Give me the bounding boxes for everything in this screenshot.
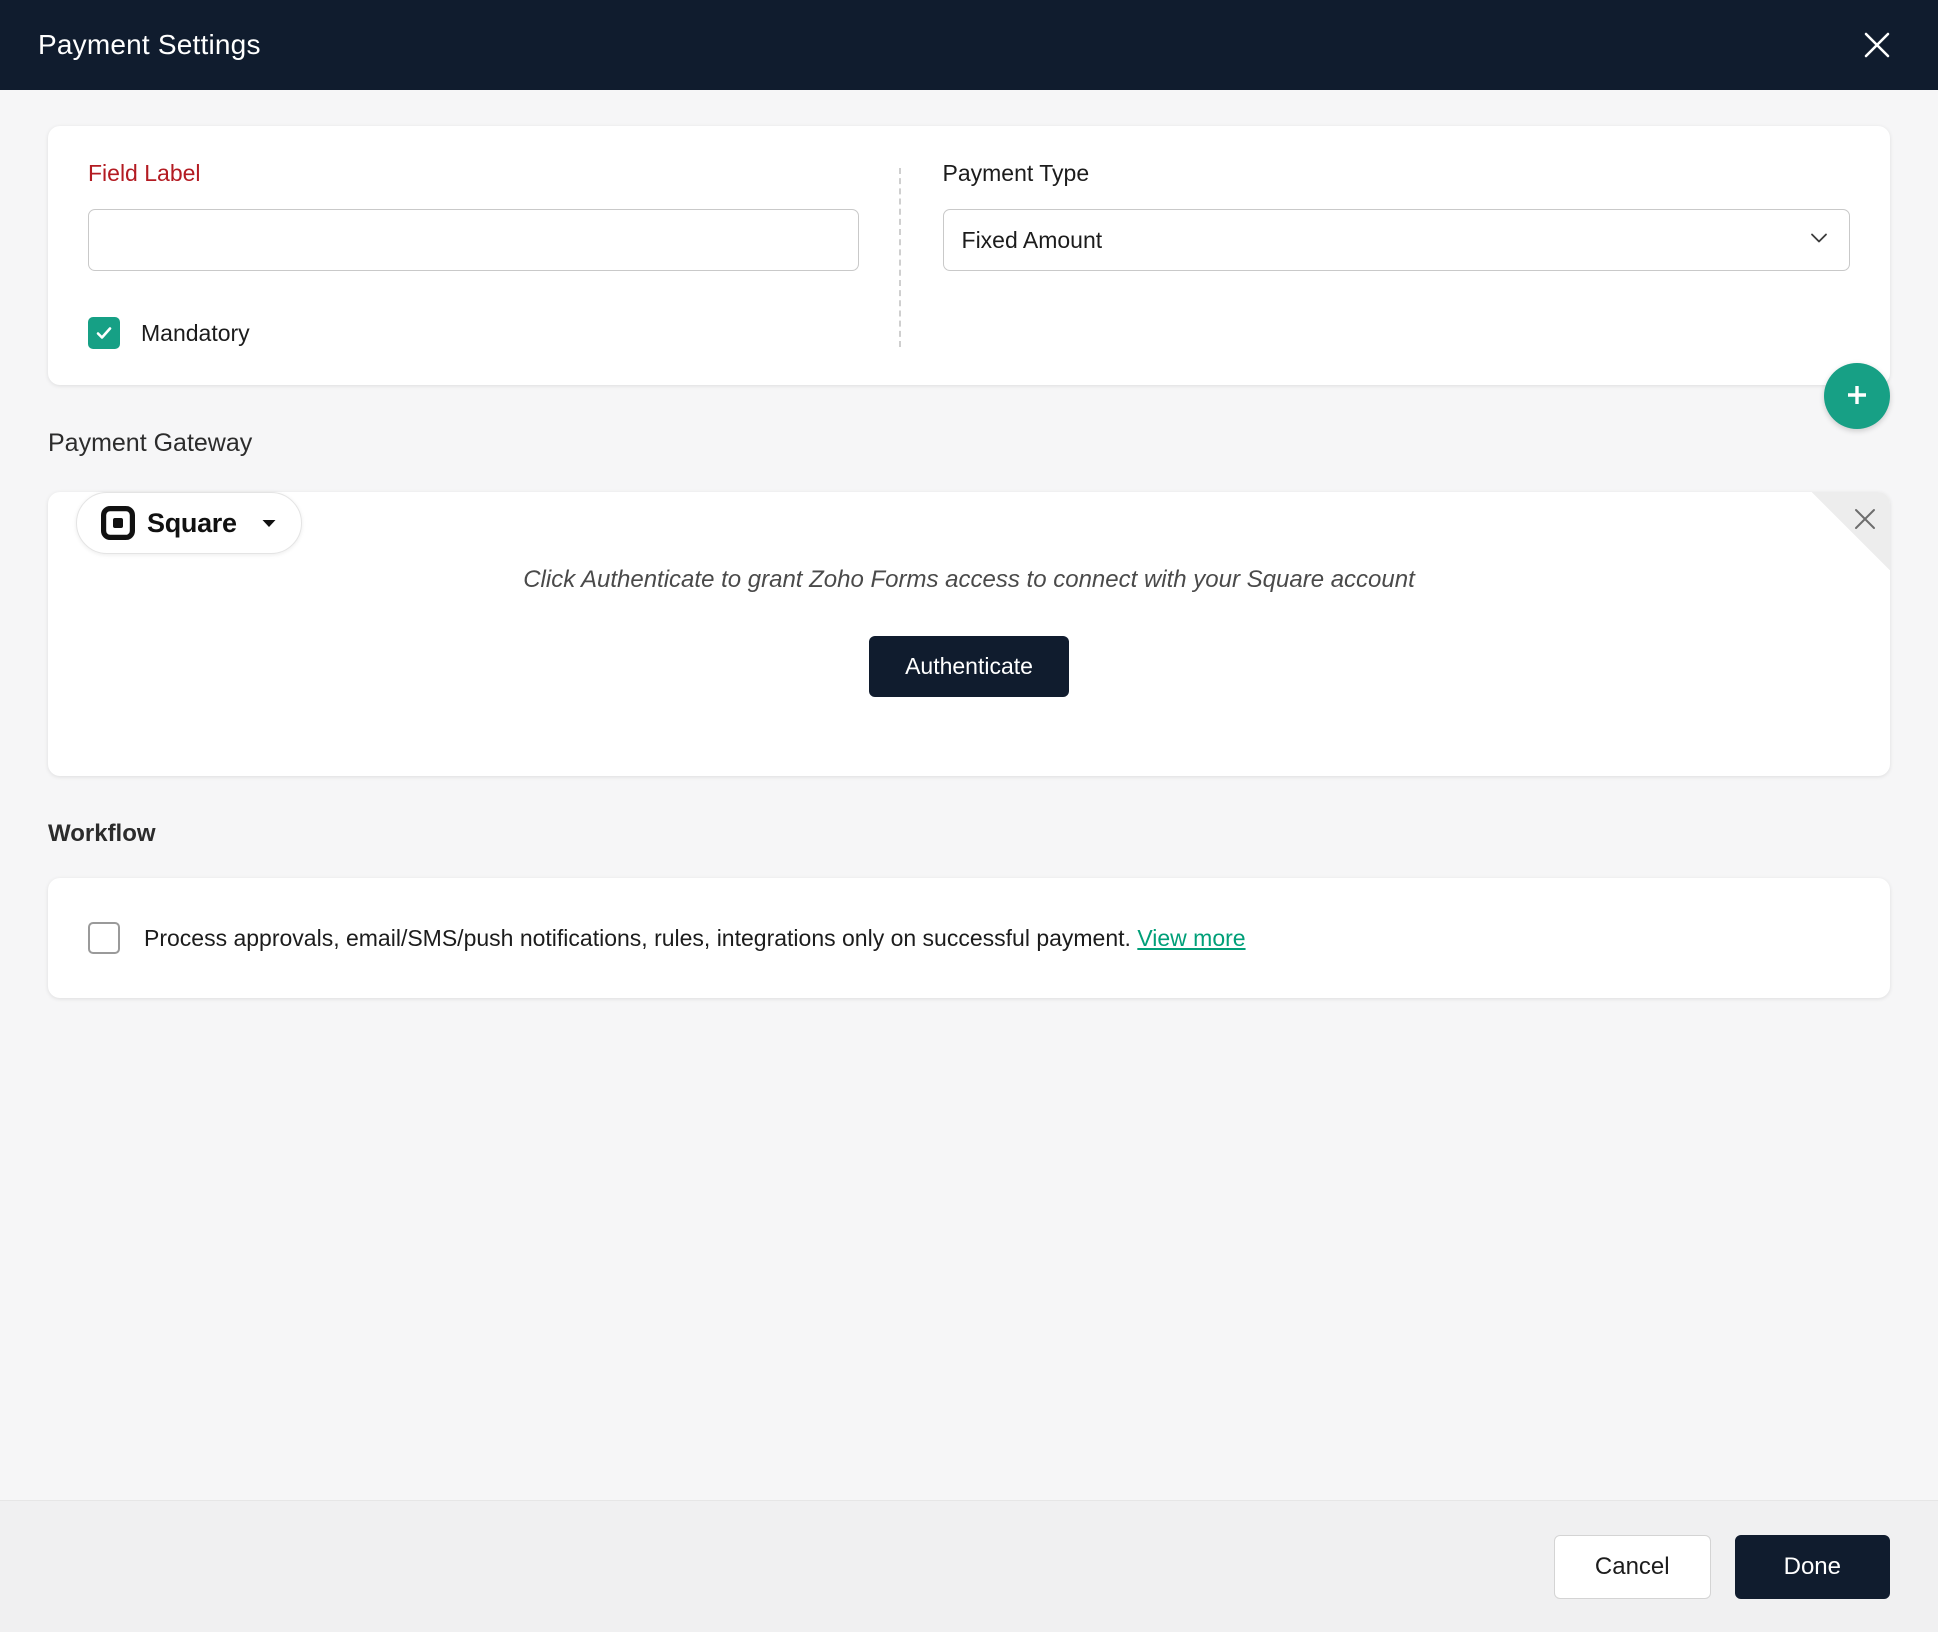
- dialog-header: Payment Settings: [0, 0, 1938, 90]
- payment-gateway-header: Payment Gateway: [48, 385, 1890, 458]
- authenticate-hint: Click Authenticate to grant Zoho Forms a…: [523, 566, 1415, 594]
- close-icon[interactable]: [1850, 18, 1904, 72]
- add-gateway-button[interactable]: [1824, 363, 1890, 429]
- payment-type-select-wrap: Fixed Amount: [943, 209, 1850, 271]
- field-label-column: Field Label Mandatory: [88, 160, 899, 349]
- square-logo-icon: [101, 506, 135, 540]
- workflow-checkbox-text: Process approvals, email/SMS/push notifi…: [144, 925, 1131, 951]
- workflow-card: Process approvals, email/SMS/push notifi…: [48, 878, 1890, 998]
- payment-gateway-title: Payment Gateway: [48, 429, 252, 458]
- dialog-footer: Cancel Done: [0, 1500, 1938, 1632]
- mandatory-row[interactable]: Mandatory: [88, 317, 859, 349]
- view-more-link[interactable]: View more: [1137, 925, 1245, 951]
- gateway-panel: Click Authenticate to grant Zoho Forms a…: [48, 492, 1890, 776]
- field-label-input[interactable]: [88, 209, 859, 271]
- payment-type-select[interactable]: Fixed Amount: [943, 209, 1850, 271]
- workflow-title: Workflow: [48, 820, 1890, 848]
- payment-type-value: Fixed Amount: [962, 227, 1103, 254]
- caret-down-icon: [259, 513, 279, 533]
- gateway-panel-content: Click Authenticate to grant Zoho Forms a…: [48, 492, 1890, 776]
- plus-icon: [1842, 380, 1872, 413]
- mandatory-checkbox[interactable]: [88, 317, 120, 349]
- page-title: Payment Settings: [38, 29, 261, 61]
- field-label-caption: Field Label: [88, 160, 859, 187]
- done-button[interactable]: Done: [1735, 1535, 1890, 1599]
- payment-settings-dialog: Payment Settings Field Label Mandatory: [0, 0, 1938, 1632]
- mandatory-label: Mandatory: [141, 320, 250, 347]
- cancel-button[interactable]: Cancel: [1554, 1535, 1711, 1599]
- gateway-tab-square[interactable]: Square: [76, 492, 302, 554]
- dialog-body: Field Label Mandatory Payment Type Fi: [0, 90, 1938, 1500]
- field-settings-card: Field Label Mandatory Payment Type Fi: [48, 126, 1890, 385]
- authenticate-button[interactable]: Authenticate: [869, 636, 1069, 697]
- payment-type-caption: Payment Type: [943, 160, 1850, 187]
- workflow-checkbox[interactable]: [88, 922, 120, 954]
- payment-type-column: Payment Type Fixed Amount: [901, 160, 1850, 349]
- workflow-checkbox-label: Process approvals, email/SMS/push notifi…: [144, 925, 1246, 952]
- payment-gateway-panel-wrap: Square Click Authenticate to gra: [48, 492, 1890, 776]
- gateway-panel-close-corner[interactable]: [1812, 492, 1890, 570]
- gateway-tab-label: Square: [147, 508, 237, 539]
